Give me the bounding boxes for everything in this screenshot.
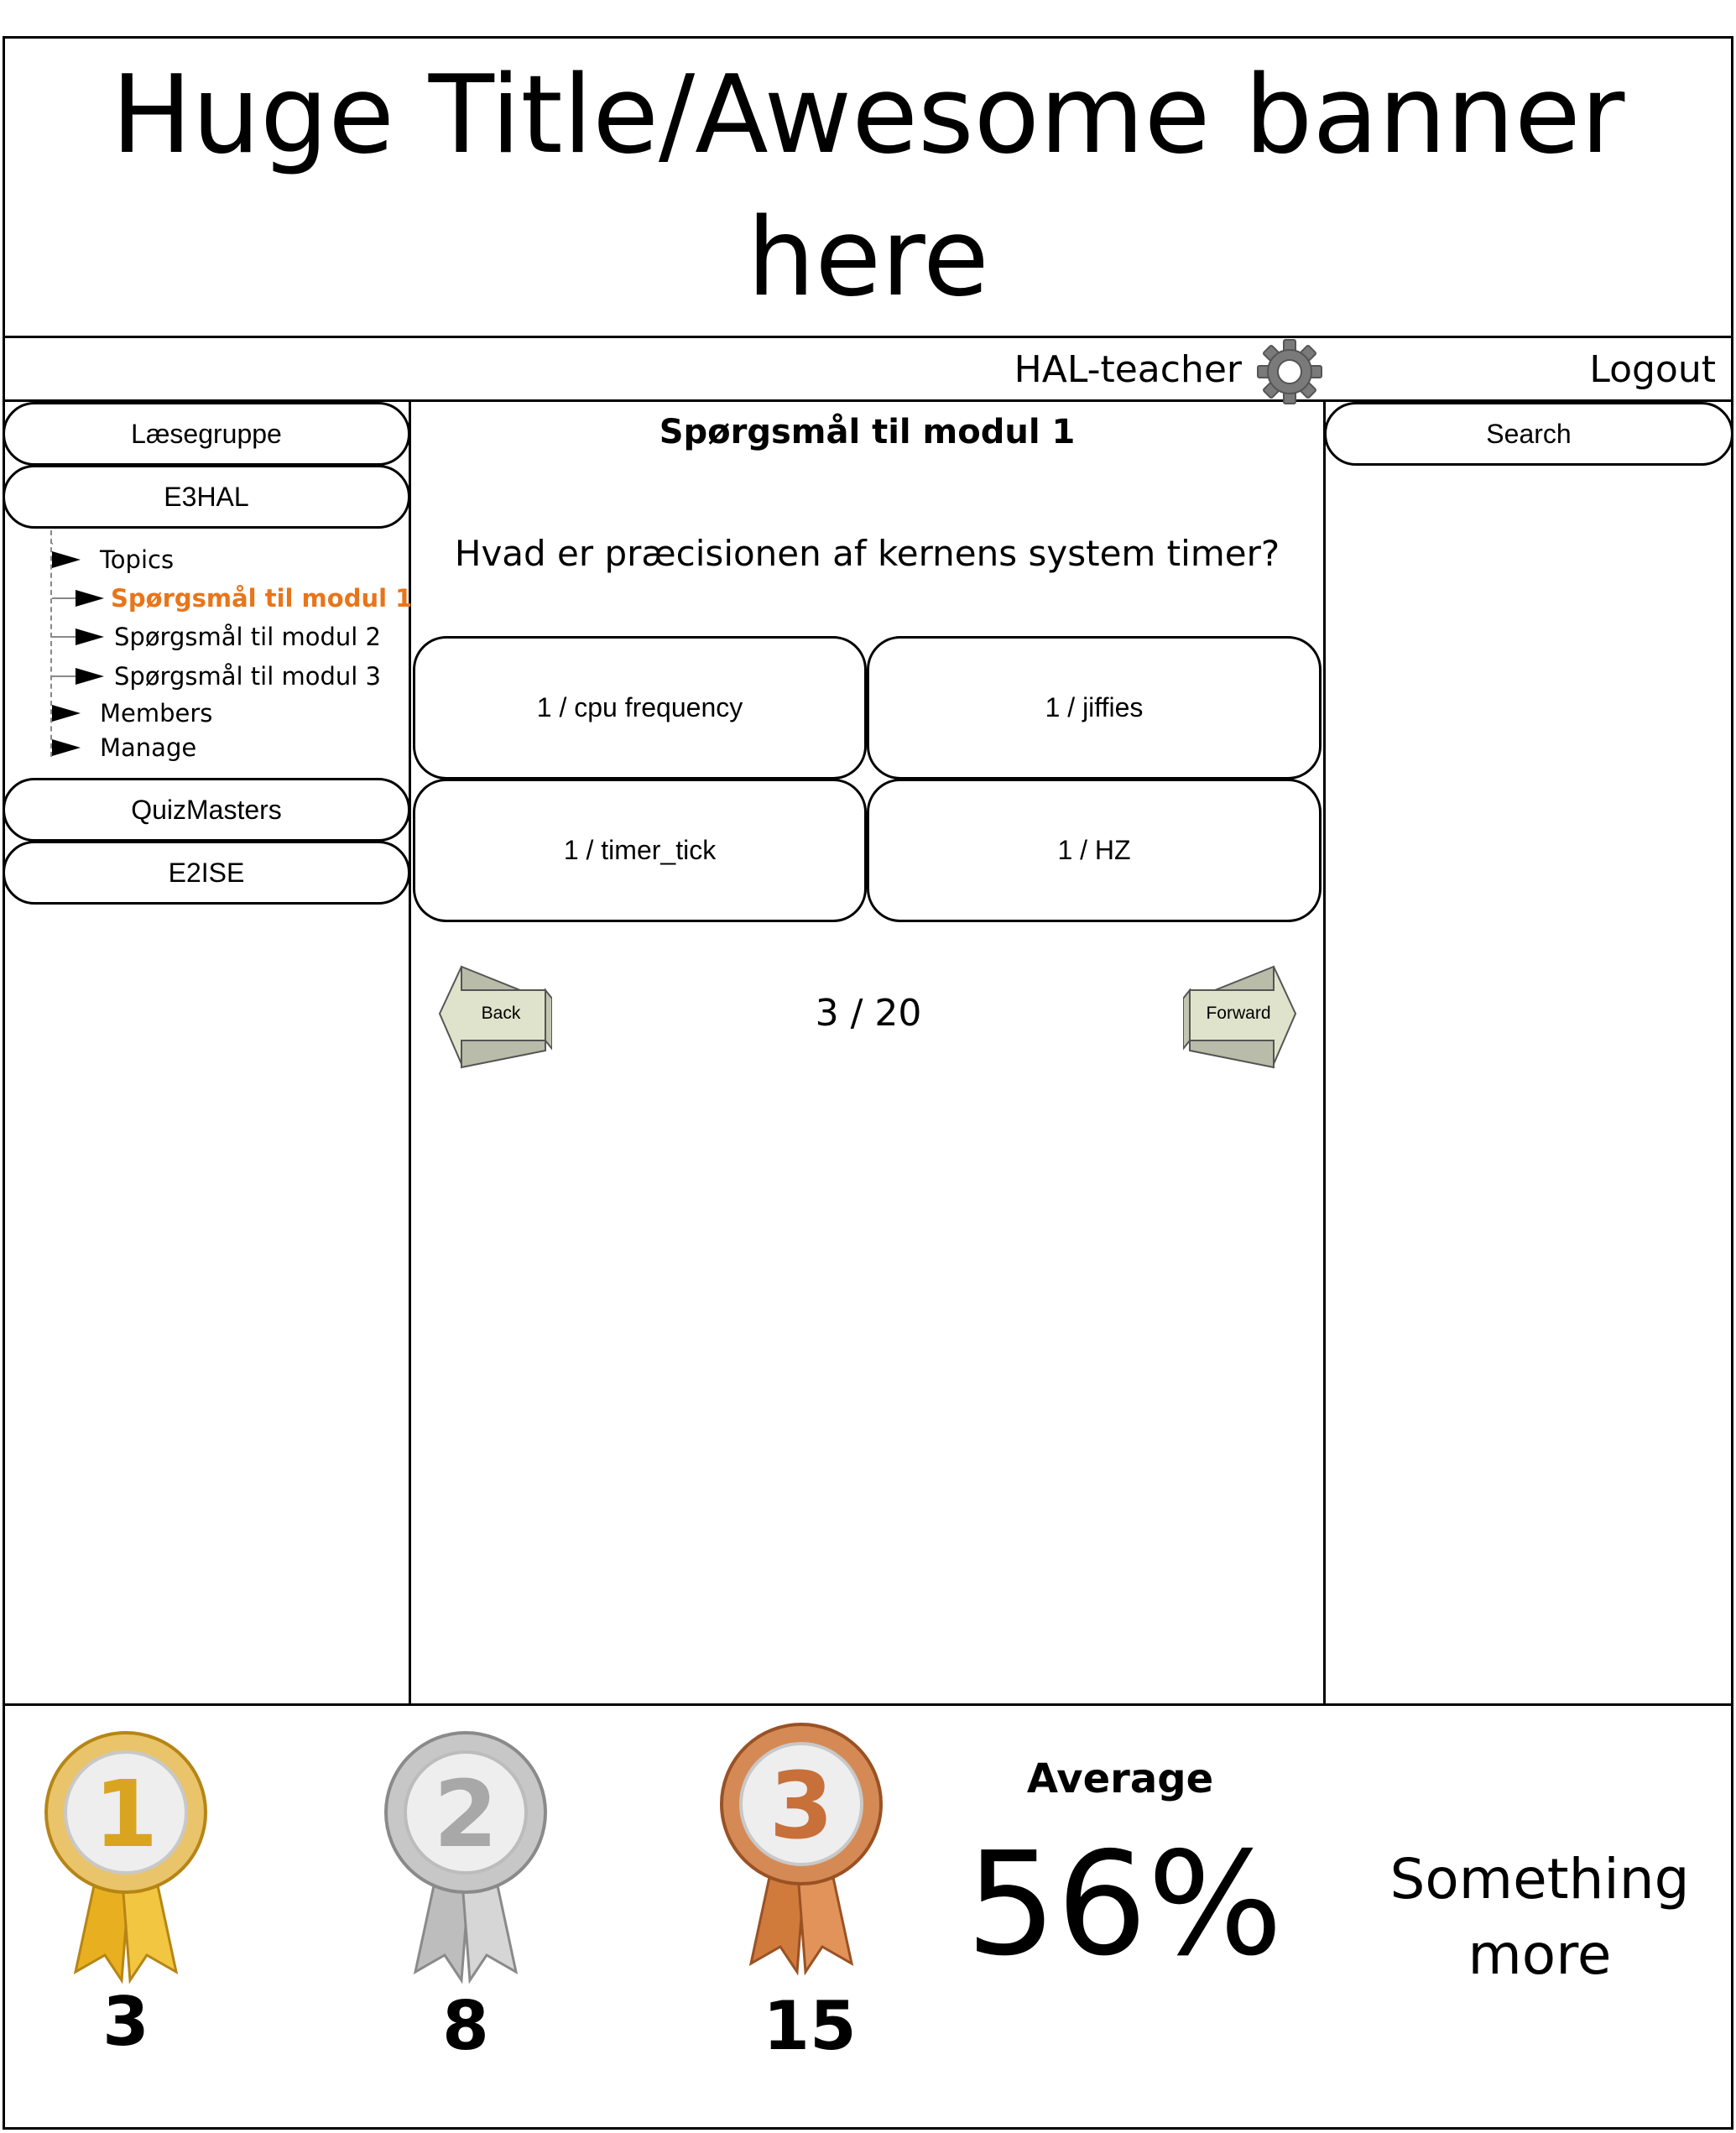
tree-connector [52,636,77,638]
bronze-medal-icon: 3 [717,1720,885,1980]
average-label: Average [1026,1755,1214,1802]
tree-item-manage[interactable]: Manage [52,731,388,764]
tree-label: Spørgsmål til modul 3 [114,662,381,691]
triangle-right-icon [52,551,81,568]
tree-connector [52,543,53,545]
tree-connector [52,597,77,599]
answer-option-1[interactable]: 1 / cpu frequency [413,636,867,780]
group-laesegruppe[interactable]: Læsegruppe [3,402,410,466]
triangle-right-icon [76,628,104,645]
forward-label: Forward [1206,1004,1271,1023]
question-counter: 3 / 20 [815,992,922,1035]
triangle-right-icon [76,668,104,685]
answer-option-4[interactable]: 1 / HZ [867,779,1322,922]
tree-item-members[interactable]: Members [52,696,388,730]
tree-label: Spørgsmål til modul 1 [111,584,413,613]
silver-medal-icon: 2 [382,1729,550,1989]
triangle-right-icon [52,705,81,722]
gear-icon[interactable] [1256,338,1323,405]
logout-link[interactable]: Logout [1561,342,1716,398]
tree-label: Spørgsmål til modul 2 [114,623,381,651]
tree-item-modul-1[interactable]: Spørgsmål til modul 1 [52,581,412,615]
svg-text:1: 1 [94,1760,159,1868]
back-label: Back [481,1004,521,1023]
username-label: HAL-teacher [1014,348,1242,391]
answer-option-2[interactable]: 1 / jiffies [867,636,1322,780]
tree-connector [52,675,77,677]
footer-divider [3,1703,1733,1706]
average-value: 56% [966,1822,1283,1988]
tree-label: Topics [100,545,175,574]
tree-item-modul-3[interactable]: Spørgsmål til modul 3 [52,660,404,693]
right-column-divider [1323,399,1326,1705]
tree-item-modul-2[interactable]: Spørgsmål til modul 2 [52,620,404,654]
triangle-right-icon [76,590,104,607]
gold-medal-icon: 1 [42,1729,210,1989]
group-e2ise[interactable]: E2ISE [3,841,410,905]
question-text: Hvad er præcisionen af kernens system ti… [454,533,1280,574]
tree-label: Manage [100,733,197,762]
tree-item-topics[interactable]: Topics [52,543,388,576]
banner-title: Huge Title/Awesome banner here [111,53,1625,321]
search-button[interactable]: Search [1324,402,1733,466]
something-more-text: Something more [1389,1847,1690,1987]
bronze-count: 15 [763,1987,857,2065]
svg-text:2: 2 [434,1760,498,1868]
group-e3hal[interactable]: E3HAL [3,465,410,529]
group-quizmasters[interactable]: QuizMasters [3,778,410,842]
answer-option-3[interactable]: 1 / timer_tick [413,779,867,922]
forward-button[interactable]: Forward [1182,965,1297,1069]
back-button[interactable]: Back [438,965,553,1069]
section-title: Spørgsmål til modul 1 [659,413,1076,451]
triangle-right-icon [52,739,81,756]
gold-count: 3 [102,1983,149,2061]
tree-label: Members [100,699,213,728]
silver-count: 8 [442,1987,489,2065]
banner-divider [3,336,1733,338]
svg-text:3: 3 [769,1752,834,1859]
